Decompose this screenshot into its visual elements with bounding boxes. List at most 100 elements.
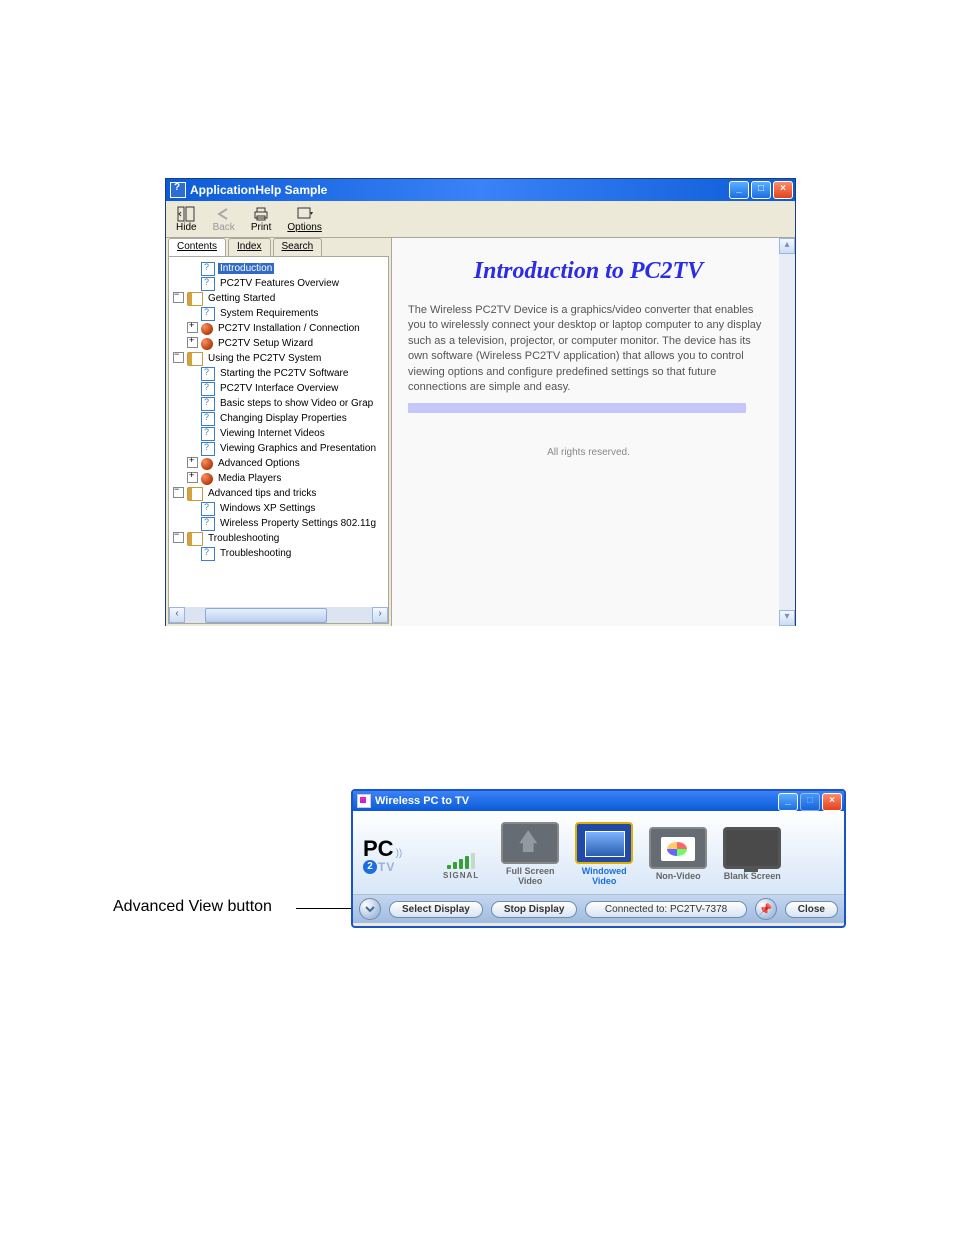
- close-button[interactable]: ×: [773, 181, 793, 199]
- logo-pc-text: PC: [363, 836, 394, 862]
- contents-tree: Introduction PC2TV Features Overview Get…: [169, 257, 388, 565]
- stop-display-button[interactable]: Stop Display: [491, 901, 578, 918]
- tree-item-install[interactable]: PC2TV Installation / Connection: [173, 321, 388, 336]
- pc2tv-title: Wireless PC to TV: [375, 795, 469, 807]
- print-button[interactable]: Print: [251, 206, 272, 233]
- book-open-icon: [187, 532, 203, 546]
- tree-item-setup-wizard[interactable]: PC2TV Setup Wizard: [173, 336, 388, 351]
- tree-item-troubleshooting-section[interactable]: Troubleshooting: [173, 531, 388, 546]
- hide-button[interactable]: Hide: [176, 206, 197, 233]
- tree-item-viewing-internet[interactable]: Viewing Internet Videos: [173, 426, 388, 441]
- mode-label: Windowed Video: [573, 867, 635, 887]
- advanced-view-button[interactable]: [359, 898, 381, 920]
- minimize-button[interactable]: _: [778, 793, 798, 811]
- signal-indicator: SIGNAL: [443, 829, 479, 880]
- tree-item-viewing-graphics[interactable]: Viewing Graphics and Presentation: [173, 441, 388, 456]
- tree-item-basic-steps[interactable]: Basic steps to show Video or Grap: [173, 396, 388, 411]
- pin-icon: 📌: [759, 903, 773, 916]
- tab-index[interactable]: Index: [228, 238, 270, 256]
- back-icon: [215, 206, 233, 222]
- tree-container: Introduction PC2TV Features Overview Get…: [168, 256, 389, 624]
- book-closed-icon: [201, 458, 213, 470]
- expand-icon[interactable]: [187, 337, 198, 348]
- book-closed-icon: [201, 323, 213, 335]
- page-icon: [201, 277, 215, 291]
- tree-item-sysreq[interactable]: System Requirements: [173, 306, 388, 321]
- collapse-icon[interactable]: [173, 532, 184, 543]
- close-button[interactable]: ×: [822, 793, 842, 811]
- mode-label: Blank Screen: [721, 872, 783, 882]
- help-titlebar[interactable]: ApplicationHelp Sample _ □ ×: [166, 179, 795, 201]
- page-icon: [201, 307, 215, 321]
- content-paragraph: The Wireless PC2TV Device is a graphics/…: [408, 303, 769, 395]
- connection-status: Connected to: PC2TV-7378: [585, 901, 746, 918]
- hide-label: Hide: [176, 222, 197, 233]
- content-heading: Introduction to PC2TV: [408, 258, 769, 285]
- content-rights: All rights reserved.: [408, 447, 769, 458]
- pin-button[interactable]: 📌: [755, 898, 777, 920]
- content-vscroll[interactable]: ▴ ▾: [779, 238, 795, 626]
- tree-item-using[interactable]: Using the PC2TV System: [173, 351, 388, 366]
- book-closed-icon: [201, 338, 213, 350]
- page-icon: [201, 262, 215, 276]
- full-screen-thumb-icon: [501, 822, 559, 864]
- nav-pane: Contents Index Search Introduction PC2TV…: [166, 238, 392, 626]
- back-button[interactable]: Back: [213, 206, 235, 233]
- scroll-down-icon[interactable]: ▾: [779, 610, 795, 626]
- tree-item-starting[interactable]: Starting the PC2TV Software: [173, 366, 388, 381]
- help-window: ApplicationHelp Sample _ □ × Hide Back P…: [165, 178, 796, 626]
- pc2tv-logo: PC )) 2 TV: [361, 836, 443, 874]
- content-inner: Introduction to PC2TV The Wireless PC2TV…: [392, 238, 795, 458]
- mode-windowed[interactable]: Windowed Video: [573, 822, 635, 887]
- book-open-icon: [187, 487, 203, 501]
- book-closed-icon: [201, 473, 213, 485]
- tree-item-changing-display[interactable]: Changing Display Properties: [173, 411, 388, 426]
- scroll-track[interactable]: [779, 254, 795, 610]
- scroll-up-icon[interactable]: ▴: [779, 238, 795, 254]
- tree-item-troubleshooting-page[interactable]: Troubleshooting: [173, 546, 388, 561]
- callout-advanced-view: Advanced View button: [113, 898, 272, 916]
- collapse-icon[interactable]: [173, 292, 184, 303]
- print-icon: [252, 206, 270, 222]
- tree-item-introduction[interactable]: Introduction: [173, 261, 388, 276]
- collapse-icon[interactable]: [173, 352, 184, 363]
- tree-item-media-players[interactable]: Media Players: [173, 471, 388, 486]
- back-label: Back: [213, 222, 235, 233]
- mode-blank[interactable]: Blank Screen: [721, 827, 783, 882]
- pc2tv-titlebar[interactable]: Wireless PC to TV _ □ ×: [353, 791, 844, 811]
- expand-icon[interactable]: [187, 457, 198, 468]
- options-icon: [296, 206, 314, 222]
- expand-icon[interactable]: [187, 322, 198, 333]
- nav-hscroll[interactable]: ‹ ›: [169, 607, 388, 623]
- tab-search[interactable]: Search: [273, 238, 323, 256]
- expand-icon[interactable]: [187, 472, 198, 483]
- options-button[interactable]: Options: [287, 206, 321, 233]
- options-label: Options: [287, 222, 321, 233]
- close-app-button[interactable]: Close: [785, 901, 838, 918]
- tree-item-xp-settings[interactable]: Windows XP Settings: [173, 501, 388, 516]
- tree-item-interface-overview[interactable]: PC2TV Interface Overview: [173, 381, 388, 396]
- select-display-button[interactable]: Select Display: [389, 901, 483, 918]
- minimize-button[interactable]: _: [729, 181, 749, 199]
- scroll-thumb[interactable]: [205, 608, 327, 623]
- mode-full-screen[interactable]: Full Screen Video: [499, 822, 561, 887]
- tree-item-wireless-prop[interactable]: Wireless Property Settings 802.11g: [173, 516, 388, 531]
- maximize-button: □: [800, 793, 820, 811]
- tree-item-advanced-options[interactable]: Advanced Options: [173, 456, 388, 471]
- help-body: Contents Index Search Introduction PC2TV…: [166, 238, 795, 626]
- mode-non-video[interactable]: Non-Video: [647, 827, 709, 882]
- scroll-left-icon[interactable]: ‹: [169, 607, 185, 623]
- scroll-right-icon[interactable]: ›: [372, 607, 388, 623]
- nav-tabstrip: Contents Index Search: [168, 238, 391, 256]
- window-controls: _ □ ×: [727, 181, 793, 199]
- page-icon: [201, 502, 215, 516]
- maximize-button[interactable]: □: [751, 181, 771, 199]
- tab-contents[interactable]: Contents: [168, 238, 226, 256]
- collapse-icon[interactable]: [173, 487, 184, 498]
- scroll-track[interactable]: [185, 607, 372, 623]
- tree-item-tips[interactable]: Advanced tips and tricks: [173, 486, 388, 501]
- tree-item-features[interactable]: PC2TV Features Overview: [173, 276, 388, 291]
- help-app-icon: [170, 182, 186, 198]
- page-icon: [201, 412, 215, 426]
- tree-item-getting-started[interactable]: Getting Started: [173, 291, 388, 306]
